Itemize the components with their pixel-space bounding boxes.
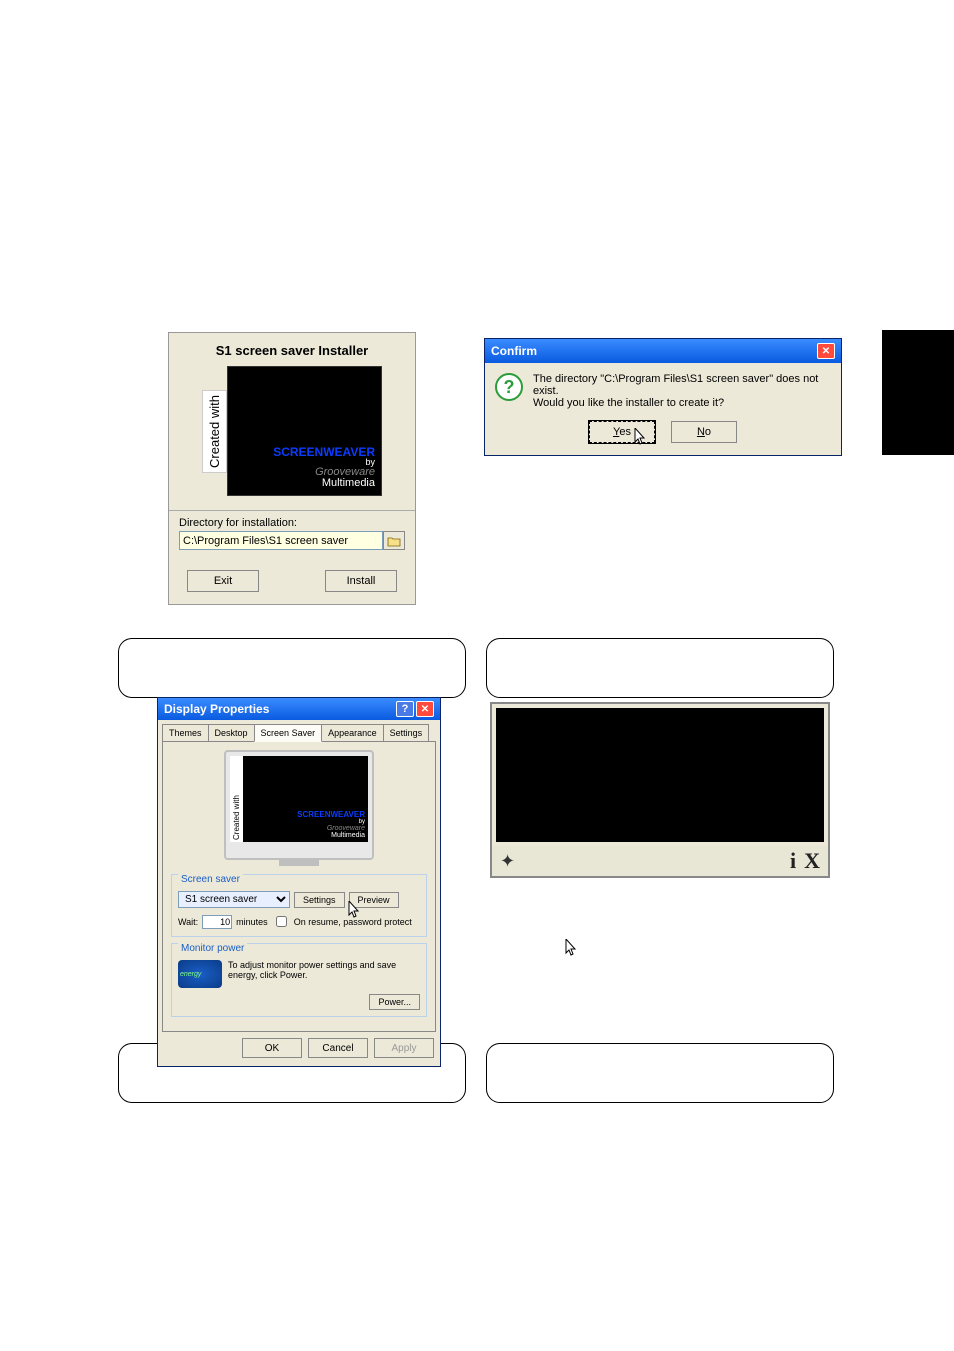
directory-label: Directory for installation: bbox=[179, 517, 405, 529]
tabs: Themes Desktop Screen Saver Appearance S… bbox=[158, 720, 440, 741]
settings-button[interactable]: Settings bbox=[294, 892, 345, 908]
wait-label: Wait: bbox=[178, 917, 198, 927]
ok-button[interactable]: OK bbox=[242, 1038, 302, 1058]
confirm-message: The directory "C:\Program Files\S1 scree… bbox=[533, 373, 831, 409]
caption-box-4 bbox=[486, 1043, 834, 1103]
tab-themes[interactable]: Themes bbox=[162, 724, 209, 741]
info-icon[interactable]: i bbox=[790, 848, 796, 874]
created-with-label: Created with bbox=[202, 390, 227, 473]
directory-input[interactable] bbox=[179, 531, 383, 550]
installer-title: S1 screen saver Installer bbox=[169, 333, 415, 366]
tab-desktop[interactable]: Desktop bbox=[208, 724, 255, 741]
screenweaver-text: SCREENWEAVER bbox=[273, 446, 375, 458]
browse-button[interactable] bbox=[383, 531, 405, 550]
monitor-power-text: To adjust monitor power settings and sav… bbox=[228, 960, 420, 988]
tab-settings[interactable]: Settings bbox=[383, 724, 430, 741]
close-icon[interactable]: X bbox=[804, 848, 820, 874]
close-button[interactable]: ✕ bbox=[416, 701, 434, 717]
sparkle-cursor-icon: ✦ bbox=[500, 851, 515, 872]
apply-button[interactable]: Apply bbox=[374, 1038, 434, 1058]
caption-box-1 bbox=[118, 638, 466, 698]
tab-appearance[interactable]: Appearance bbox=[321, 724, 384, 741]
resume-checkbox[interactable] bbox=[276, 916, 287, 927]
installer-preview: Created with SCREENWEAVER by Grooveware … bbox=[169, 366, 415, 496]
install-button[interactable]: Install bbox=[325, 570, 397, 592]
screensaver-select[interactable]: S1 screen saver bbox=[178, 891, 290, 908]
dp-title-text: Display Properties bbox=[164, 702, 269, 716]
resume-label: On resume, password protect bbox=[294, 917, 412, 927]
caption-box-2 bbox=[486, 638, 834, 698]
screensaver-legend: Screen saver bbox=[178, 874, 243, 885]
confirm-dialog: Confirm ✕ ? The directory "C:\Program Fi… bbox=[484, 338, 842, 456]
screensaver-preview-panel: ✦ i X bbox=[490, 702, 830, 878]
multimedia-text: Multimedia bbox=[273, 478, 375, 489]
display-properties-window: Display Properties ? ✕ Themes Desktop Sc… bbox=[157, 697, 441, 1067]
exit-button[interactable]: Exit bbox=[187, 570, 259, 592]
cursor-icon bbox=[565, 939, 579, 957]
power-button[interactable]: Power... bbox=[369, 994, 420, 1010]
energy-star-icon: energy bbox=[178, 960, 222, 988]
screensaver-fieldset: Screen saver S1 screen saver Settings Pr… bbox=[171, 874, 427, 937]
installer-window: S1 screen saver Installer Created with S… bbox=[168, 332, 416, 605]
wait-spinner[interactable] bbox=[202, 915, 232, 929]
help-button[interactable]: ? bbox=[396, 701, 414, 717]
preview-button[interactable]: Preview bbox=[349, 892, 399, 908]
no-button[interactable]: No bbox=[671, 421, 737, 443]
monitor-power-fieldset: Monitor power energy To adjust monitor p… bbox=[171, 943, 427, 1017]
decorative-black-box bbox=[882, 330, 954, 455]
cancel-button[interactable]: Cancel bbox=[308, 1038, 368, 1058]
screensaver-preview-area bbox=[496, 708, 824, 842]
monitor-power-legend: Monitor power bbox=[178, 943, 247, 954]
question-icon: ? bbox=[495, 373, 523, 401]
monitor-preview: Created with SCREENWEAVER by Grooveware … bbox=[171, 750, 427, 866]
close-button[interactable]: ✕ bbox=[817, 343, 835, 359]
tab-screensaver[interactable]: Screen Saver bbox=[254, 724, 323, 742]
preview-image: SCREENWEAVER by Grooveware Multimedia bbox=[227, 366, 382, 496]
minutes-label: minutes bbox=[236, 917, 268, 927]
yes-button[interactable]: Yes bbox=[589, 421, 655, 443]
confirm-title-text: Confirm bbox=[491, 344, 537, 358]
